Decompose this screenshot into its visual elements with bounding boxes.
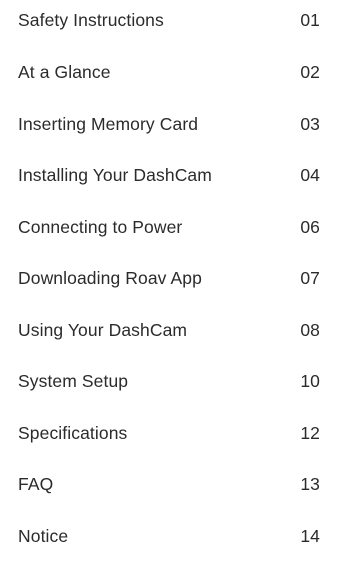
toc-entry-page: 07 [300, 267, 320, 288]
toc-entry-title: Installing Your DashCam [18, 164, 212, 185]
toc-entry-page: 06 [300, 216, 320, 237]
toc-entry-title: At a Glance [18, 61, 111, 82]
toc-entry-notice[interactable]: Notice 14 [18, 521, 320, 551]
toc-entry-title: Inserting Memory Card [18, 113, 199, 134]
toc-entry-specifications[interactable]: Specifications 12 [18, 418, 320, 448]
toc-entry-title: Safety Instructions [18, 9, 164, 30]
toc-entry-at-a-glance[interactable]: At a Glance 02 [18, 57, 320, 87]
toc-entry-page: 02 [300, 61, 320, 82]
toc-entry-page: 13 [300, 473, 320, 494]
toc-entry-page: 04 [300, 164, 320, 185]
toc-entry-faq[interactable]: FAQ 13 [18, 469, 320, 499]
toc-entry-downloading-roav-app[interactable]: Downloading Roav App 07 [18, 263, 320, 293]
toc-entry-page: 10 [300, 370, 320, 391]
toc-entry-title: Connecting to Power [18, 216, 183, 237]
toc-entry-page: 01 [300, 9, 320, 30]
toc-entry-installing-your-dashcam[interactable]: Installing Your DashCam 04 [18, 160, 320, 190]
toc-entry-title: FAQ [18, 473, 54, 494]
toc-entry-page: 03 [300, 113, 320, 134]
toc-entry-using-your-dashcam[interactable]: Using Your DashCam 08 [18, 315, 320, 345]
toc-entry-title: Downloading Roav App [18, 267, 202, 288]
toc-entry-safety-instructions[interactable]: Safety Instructions 01 [18, 5, 320, 35]
toc-entry-title: Using Your DashCam [18, 319, 188, 340]
toc-entry-page: 12 [300, 422, 320, 443]
toc-entry-page: 08 [300, 319, 320, 340]
toc-entry-page: 14 [300, 525, 320, 546]
table-of-contents: Safety Instructions 01 At a Glance 02 In… [0, 0, 340, 568]
toc-entry-title: Specifications [18, 422, 128, 443]
toc-entry-title: Notice [18, 525, 69, 546]
toc-entry-connecting-to-power[interactable]: Connecting to Power 06 [18, 212, 320, 242]
toc-entry-system-setup[interactable]: System Setup 10 [18, 366, 320, 396]
toc-entry-title: System Setup [18, 370, 129, 391]
toc-entry-inserting-memory-card[interactable]: Inserting Memory Card 03 [18, 109, 320, 139]
